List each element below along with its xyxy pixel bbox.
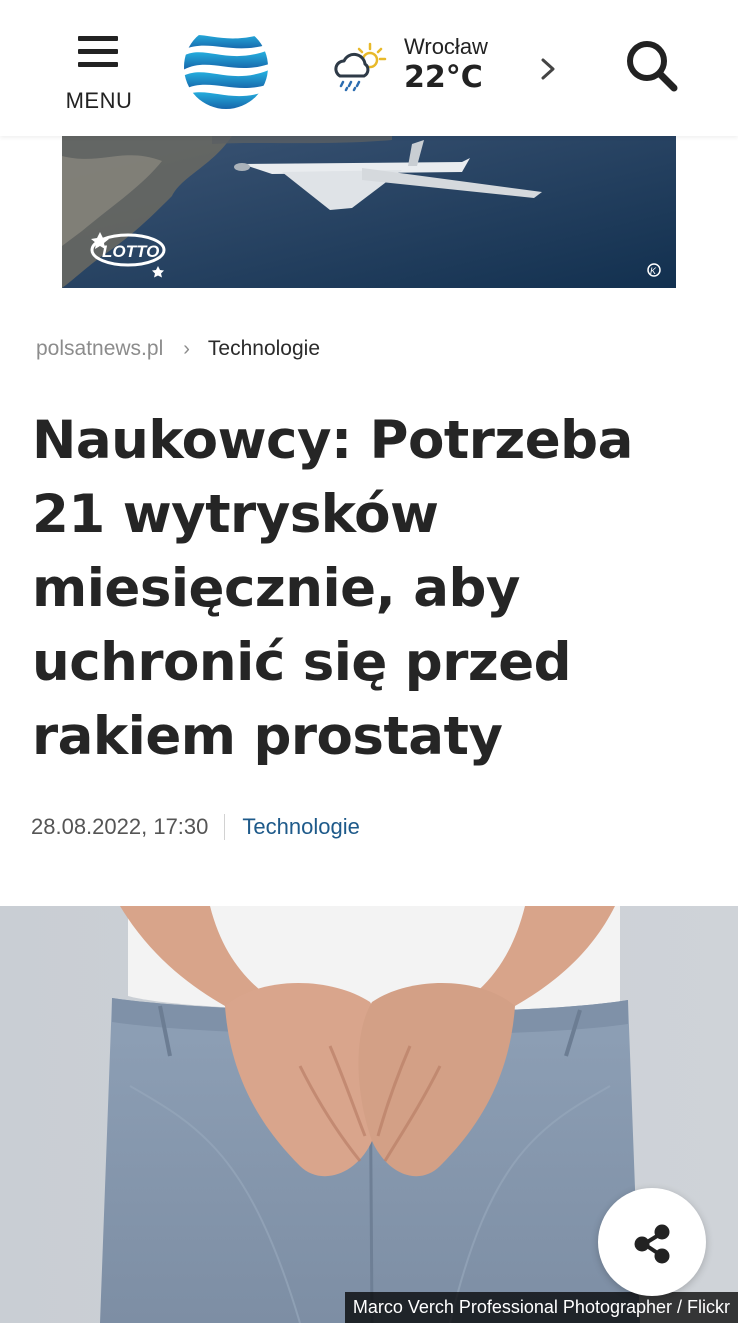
- weather-temperature: 22°C: [404, 60, 483, 95]
- article-meta: 28.08.2022, 17:30 Technologie: [31, 812, 360, 842]
- share-button[interactable]: [598, 1188, 706, 1296]
- article-title-line: rakiem prostaty: [32, 706, 503, 767]
- site-header: MENU Wrocław 22°C: [0, 0, 738, 136]
- weather-city: Wrocław: [404, 34, 488, 59]
- breadcrumb-site-link[interactable]: polsatnews.pl: [36, 337, 163, 361]
- search-icon[interactable]: [624, 38, 680, 94]
- article-title-line: uchronić się przed: [32, 632, 572, 693]
- article-category-link[interactable]: Technologie: [242, 814, 359, 840]
- weather-widget[interactable]: Wrocław 22°C: [330, 28, 570, 108]
- hamburger-icon: [78, 36, 118, 75]
- polsat-logo[interactable]: [183, 24, 269, 110]
- cloud-rain-sun-icon: [334, 42, 387, 92]
- article-title-line: miesięcznie, aby: [32, 558, 520, 619]
- breadcrumb-separator: ›: [183, 337, 190, 360]
- breadcrumb: polsatnews.pl › Technologie: [36, 334, 320, 364]
- ad-banner[interactable]: LOTTO K: [62, 136, 676, 288]
- article-title: Naukowcy: Potrzeba 21 wytrysków miesięcz…: [32, 404, 692, 774]
- ad-lotto-logo: LOTTO: [102, 242, 159, 261]
- article-title-line: 21 wytrysków: [32, 484, 439, 545]
- chevron-right-icon[interactable]: [538, 54, 558, 84]
- menu-label: MENU: [65, 88, 133, 113]
- photo-credit: Marco Verch Professional Photographer / …: [344, 1292, 738, 1323]
- article-title-line: Naukowcy: Potrzeba: [32, 410, 633, 471]
- article-date: 28.08.2022, 17:30: [31, 814, 209, 839]
- svg-text:K: K: [650, 266, 657, 276]
- ad-image: LOTTO K: [62, 136, 676, 288]
- menu-button[interactable]: MENU: [58, 30, 140, 114]
- breadcrumb-category-link[interactable]: Technologie: [208, 337, 320, 361]
- meta-divider: [224, 814, 226, 840]
- share-icon: [634, 1224, 670, 1264]
